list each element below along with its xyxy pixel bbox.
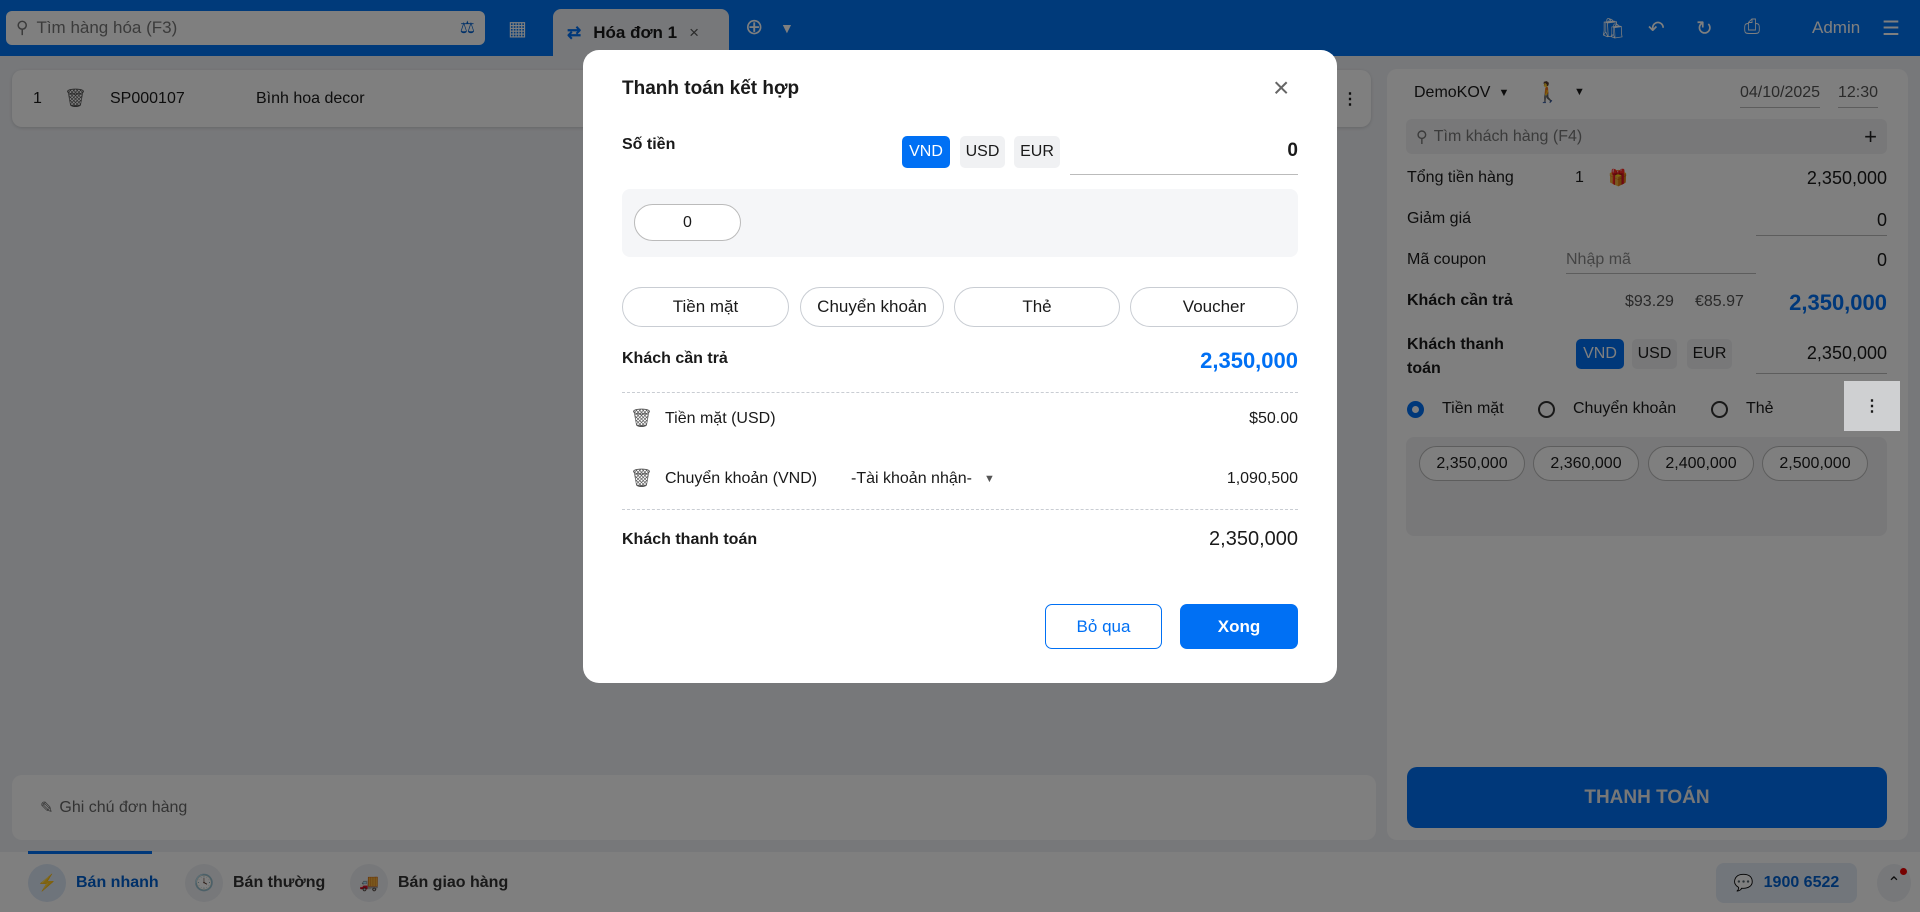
currency-usd[interactable]: USD — [960, 136, 1005, 168]
currency-vnd[interactable]: VND — [902, 136, 950, 168]
more-icon: ⋮ — [1864, 398, 1880, 415]
more-methods-button[interactable]: ⋮ — [1844, 381, 1900, 431]
dialog-title: Thanh toán kết hợp — [622, 78, 800, 99]
cancel-button[interactable]: Bỏ qua — [1045, 604, 1162, 649]
receiving-account-dropdown[interactable]: -Tài khoản nhận- ▼ — [851, 470, 995, 488]
trash-icon[interactable]: 🗑 — [630, 468, 653, 489]
method-transfer-button[interactable]: Chuyển khoản — [800, 287, 944, 327]
combined-payment-dialog: Thanh toán kết hợp × Số tiền VND USD EUR… — [583, 50, 1337, 683]
chevron-down-icon: ▼ — [983, 473, 995, 485]
method-voucher-button[interactable]: Voucher — [1130, 287, 1298, 327]
currency-eur[interactable]: EUR — [1014, 136, 1060, 168]
close-icon[interactable]: × — [1273, 72, 1289, 104]
method-card-button[interactable]: Thẻ — [954, 287, 1120, 327]
done-button[interactable]: Xong — [1180, 604, 1298, 649]
suggested-amount-button[interactable]: 0 — [634, 204, 741, 241]
divider — [622, 509, 1298, 510]
amount-input[interactable]: 0 — [1070, 140, 1298, 175]
divider — [622, 392, 1298, 393]
method-cash-button[interactable]: Tiền mặt — [622, 287, 789, 327]
trash-icon[interactable]: 🗑 — [630, 408, 653, 429]
